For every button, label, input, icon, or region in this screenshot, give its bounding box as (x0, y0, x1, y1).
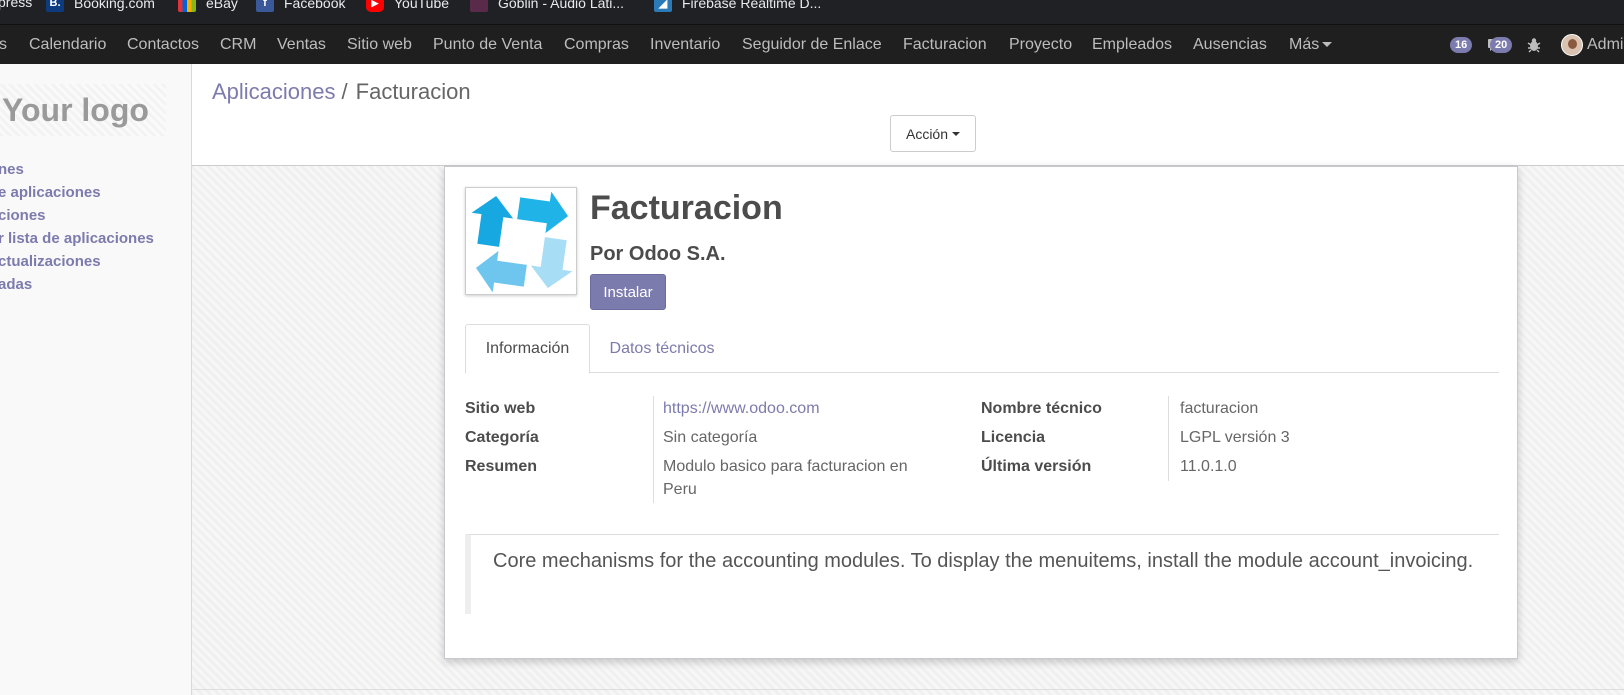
company-logo: Your logo (0, 84, 166, 136)
firebase-icon: ◢ (654, 0, 672, 12)
bookmark-label: Goblin - Audio Lati... (498, 0, 625, 11)
field-label-sitio-web: Sitio web (465, 400, 536, 417)
goblin-icon (470, 0, 488, 12)
nav-item-proyecto[interactable]: Proyecto (1009, 36, 1072, 54)
module-title: Facturacion (590, 189, 783, 227)
field-label-licencia: Licencia (981, 429, 1046, 446)
field-label-categoria: Categoría (465, 429, 539, 446)
main-navbar: s Calendario Contactos CRM Ventas Sitio … (0, 24, 1624, 64)
booking-icon: B. (46, 0, 64, 12)
nav-item-truncated[interactable]: s (0, 36, 7, 54)
module-tabs: Información Datos técnicos (465, 324, 1499, 374)
nav-item-compras[interactable]: Compras (564, 36, 629, 54)
nav-item-ventas[interactable]: Ventas (277, 36, 326, 54)
bookmark-label: Facebook (284, 0, 346, 11)
caret-down-icon (952, 131, 961, 136)
tab-datos-tecnicos[interactable]: Datos técnicos (592, 324, 732, 374)
field-separator (653, 396, 654, 503)
bookmark-label: Firebase Realtime D... (682, 0, 822, 11)
module-app-icon (465, 187, 577, 295)
action-dropdown-button[interactable]: Acción (890, 115, 976, 152)
bookmark-wordpress[interactable]: press (0, 0, 32, 10)
bookmark-goblin[interactable]: Goblin - Audio Lati... (470, 0, 624, 12)
left-sidebar: Your logo nes e aplicaciones ciones r li… (0, 64, 192, 695)
bookmark-booking[interactable]: B. Booking.com (46, 0, 155, 12)
field-value-ultima-version: 11.0.1.0 (1180, 458, 1237, 475)
tab-informacion[interactable]: Información (465, 324, 590, 374)
nav-item-mas[interactable]: Más (1289, 36, 1333, 54)
breadcrumb-current: Facturacion (355, 79, 471, 104)
bookmark-label: Booking.com (74, 0, 155, 11)
bookmark-label: eBay (206, 0, 238, 11)
sidebar-link-1[interactable]: nes (0, 161, 24, 178)
ebay-icon (178, 0, 196, 12)
field-label-ultima-version: Última versión (981, 458, 1092, 475)
caret-down-icon (1322, 42, 1333, 48)
sidebar-link-4[interactable]: r lista de aplicaciones (0, 230, 154, 247)
field-label-nombre-tecnico: Nombre técnico (981, 400, 1102, 417)
field-value-resumen: Modulo basico para facturacion en Peru (663, 458, 908, 498)
nav-item-ausencias[interactable]: Ausencias (1193, 36, 1267, 54)
field-value-sitio-web[interactable]: https://www.odoo.com (663, 397, 820, 420)
nav-item-empleados[interactable]: Empleados (1092, 36, 1172, 54)
facebook-icon: f (256, 0, 274, 12)
field-value-licencia: LGPL versión 3 (1180, 429, 1290, 446)
nav-item-punto-de-venta[interactable]: Punto de Venta (433, 36, 542, 54)
nav-item-sitio-web[interactable]: Sitio web (347, 36, 412, 54)
bookmarks-bar: press B. Booking.com eBay f Facebook ▶ Y… (0, 0, 1624, 24)
nav-item-contactos[interactable]: Contactos (127, 36, 199, 54)
debug-bug-icon[interactable] (1527, 37, 1541, 58)
nav-item-inventario[interactable]: Inventario (650, 36, 720, 54)
breadcrumb-separator: / (341, 79, 348, 104)
module-form-sheet: Facturacion Por Odoo S.A. Instalar Infor… (444, 166, 1518, 659)
nav-more-label: Más (1289, 36, 1320, 53)
sidebar-link-5[interactable]: ctualizaciones (0, 253, 101, 270)
bookmark-label: YouTube (394, 0, 450, 11)
sidebar-link-2[interactable]: e aplicaciones (0, 184, 101, 201)
field-value-categoria: Sin categoría (663, 429, 758, 446)
nav-item-crm[interactable]: CRM (220, 36, 256, 54)
install-button[interactable]: Instalar (590, 274, 666, 310)
activity-count-badge: 16 (1450, 37, 1473, 53)
bookmark-facebook[interactable]: f Facebook (256, 0, 345, 12)
nav-item-calendario[interactable]: Calendario (29, 36, 106, 54)
breadcrumb-parent-link[interactable]: Aplicaciones (212, 79, 336, 104)
divider (192, 689, 1624, 690)
nav-item-facturacion[interactable]: Facturacion (903, 36, 987, 54)
user-avatar[interactable] (1561, 34, 1583, 56)
field-separator (1168, 396, 1169, 481)
action-button-label: Acción (905, 125, 949, 142)
module-author: Por Odoo S.A. (590, 243, 726, 265)
bookmark-label: press (0, 0, 33, 10)
bookmark-firebase[interactable]: ◢ Firebase Realtime D... (654, 0, 821, 12)
bookmark-youtube[interactable]: ▶ YouTube (366, 0, 449, 12)
user-menu[interactable]: Admi (1587, 36, 1623, 54)
sidebar-link-6[interactable]: adas (0, 276, 32, 293)
messages-count-badge: 20 (1490, 37, 1513, 53)
nav-item-seguidor-de-enlace[interactable]: Seguidor de Enlace (742, 36, 882, 54)
youtube-icon: ▶ (366, 0, 384, 12)
field-value-nombre-tecnico: facturacion (1180, 400, 1259, 417)
bookmark-ebay[interactable]: eBay (178, 0, 238, 12)
sidebar-link-3[interactable]: ciones (0, 207, 46, 224)
breadcrumb: Aplicaciones / Facturacion (212, 79, 471, 105)
module-description: Core mechanisms for the accounting modul… (465, 534, 1499, 614)
refresh-arrows-icon (471, 191, 573, 293)
field-label-resumen: Resumen (465, 458, 538, 475)
